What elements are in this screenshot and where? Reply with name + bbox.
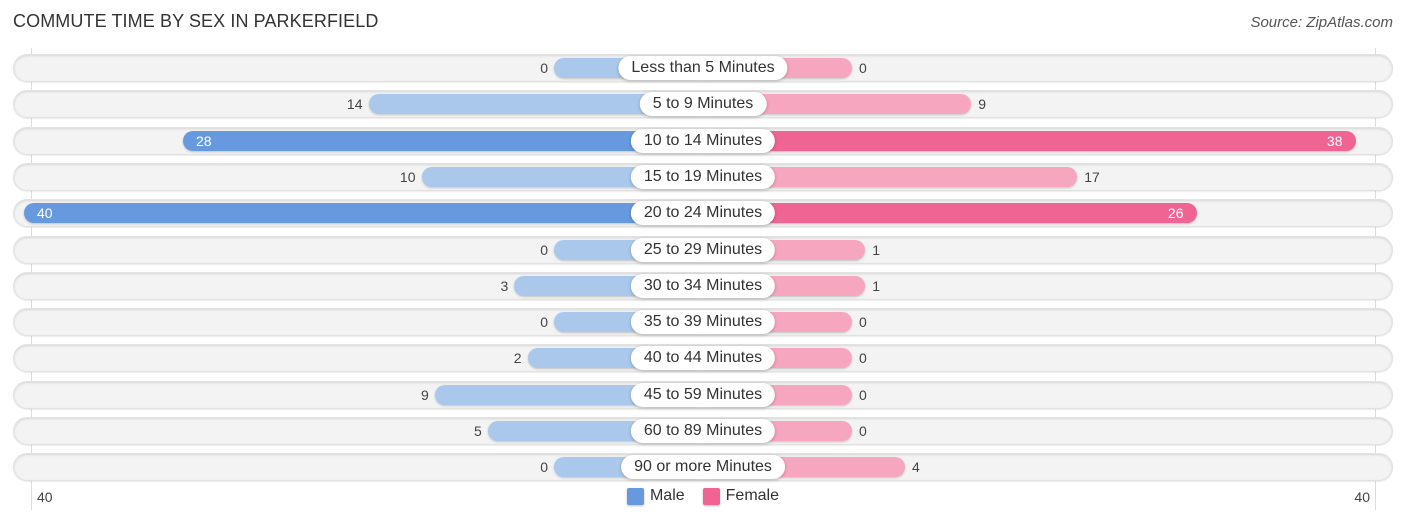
value-label-male: 9 — [420, 386, 429, 403]
value-label-female: 0 — [859, 60, 867, 76]
value-label-male: 0 — [540, 314, 548, 331]
legend-item-male[interactable]: Male — [626, 487, 685, 505]
bar-male[interactable] — [183, 130, 703, 151]
category-label: 90 or more Minutes — [621, 455, 785, 480]
value-label-male: 0 — [540, 241, 548, 258]
bar-male[interactable] — [24, 203, 703, 224]
value-label-male: 0 — [540, 459, 548, 476]
bar-female[interactable] — [703, 130, 1356, 151]
value-label-male: 5 — [473, 423, 482, 439]
legend-swatch-male — [626, 487, 644, 505]
value-label-female: 0 — [859, 423, 867, 439]
value-label-male: 28 — [196, 132, 212, 149]
legend: Male Female — [0, 487, 1406, 505]
value-label-male: 40 — [37, 205, 53, 222]
value-label-female: 0 — [859, 386, 867, 403]
category-label: 45 to 59 Minutes — [630, 382, 776, 407]
value-label-female: 17 — [1084, 168, 1100, 185]
category-label: 35 to 39 Minutes — [630, 310, 776, 335]
legend-swatch-female — [702, 487, 720, 505]
category-label: 20 to 24 Minutes — [630, 201, 776, 226]
source-label: Source: ZipAtlas.com — [1250, 14, 1393, 31]
bar-female[interactable] — [703, 203, 1197, 224]
value-label-female: 38 — [1326, 132, 1343, 149]
value-label-female: 1 — [872, 277, 881, 294]
legend-label-female: Female — [725, 487, 780, 504]
category-label: Less than 5 Minutes — [618, 56, 788, 80]
value-label-female: 1 — [872, 241, 881, 258]
category-label: 10 to 14 Minutes — [630, 128, 776, 153]
legend-item-female[interactable]: Female — [702, 487, 780, 505]
category-label: 5 to 9 Minutes — [639, 92, 767, 117]
value-label-female: 4 — [912, 459, 920, 476]
value-label-male: 14 — [346, 96, 363, 113]
value-label-male: 0 — [540, 60, 548, 76]
value-label-male: 10 — [399, 168, 416, 185]
category-label: 40 to 44 Minutes — [630, 346, 776, 371]
category-label: 60 to 89 Minutes — [630, 419, 776, 443]
legend-label-male: Male — [649, 487, 685, 504]
category-label: 15 to 19 Minutes — [630, 164, 776, 189]
value-label-female: 0 — [859, 314, 867, 331]
value-label-male: 3 — [500, 277, 509, 294]
category-label: 30 to 34 Minutes — [630, 273, 776, 298]
category-label: 25 to 29 Minutes — [630, 237, 776, 262]
value-label-female: 26 — [1167, 205, 1184, 222]
value-label-male: 2 — [513, 350, 522, 367]
value-label-female: 0 — [859, 350, 867, 367]
value-label-female: 9 — [978, 96, 987, 113]
chart-title: COMMUTE TIME BY SEX IN PARKERFIELD — [13, 11, 379, 31]
